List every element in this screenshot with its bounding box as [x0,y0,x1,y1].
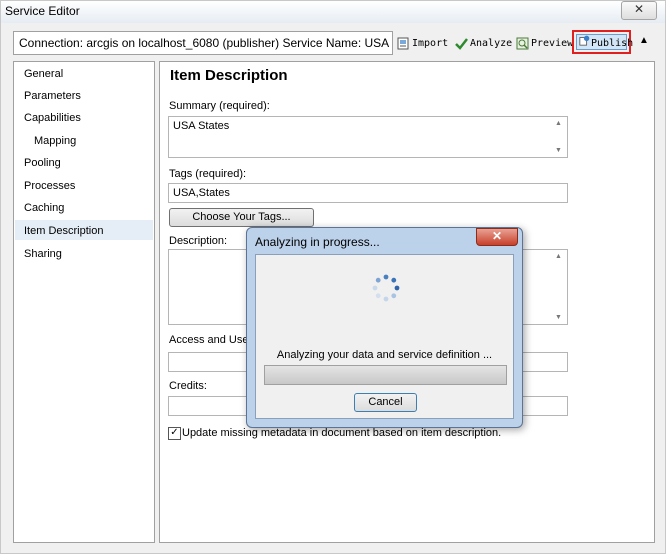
summary-value: USA States [173,120,230,132]
dialog-body: Analyzing your data and service definiti… [255,254,514,419]
analyzing-dialog: Analyzing in progress... ✕ Analyzing you… [246,227,523,428]
sidebar-item-capabilities[interactable]: Capabilities [24,112,81,124]
service-editor-window: Service Editor ✕ Connection: arcgis on l… [0,0,666,554]
sidebar-item-parameters[interactable]: Parameters [24,90,81,102]
import-label: Import [412,38,449,49]
window-title: Service Editor [5,4,80,18]
loading-spinner-icon [372,274,400,302]
dialog-title: Analyzing in progress... [255,235,380,249]
tags-input[interactable]: USA,States [168,183,568,203]
summary-scrollbar[interactable]: ▲ ▼ [553,117,567,157]
analyze-button[interactable]: Analyze [455,35,512,53]
scroll-up-icon[interactable]: ▲ [555,120,562,127]
publish-highlight: Publish [572,30,633,54]
update-metadata-checkbox[interactable]: ✓ [168,427,181,440]
description-label: Description: [169,235,228,247]
tags-value: USA,States [173,187,230,199]
preview-button[interactable]: Preview [516,35,573,53]
collapse-toolbar-button[interactable]: ▲ [637,35,651,49]
preview-icon [516,37,529,49]
sidebar-item-pooling[interactable]: Pooling [24,157,61,169]
update-metadata-label: Update missing metadata in document base… [182,427,502,439]
sidebar-item-sharing[interactable]: Sharing [24,248,62,260]
analyze-label: Analyze [470,38,513,49]
dialog-message: Analyzing your data and service definiti… [276,349,493,361]
sidebar-item-item-description[interactable]: Item Description [24,225,103,237]
analysis-progress-bar [264,365,507,385]
title-bar: Service Editor ✕ [1,1,665,23]
sidebar-item-general[interactable]: General [24,68,63,80]
cancel-button[interactable]: Cancel [354,393,417,412]
publish-label: Publish [591,38,634,49]
tags-label: Tags (required): [169,168,247,180]
sidebar-item-caching[interactable]: Caching [24,202,64,214]
connection-field: Connection: arcgis on localhost_6080 (pu… [13,31,393,55]
scroll-up-icon[interactable]: ▲ [555,253,562,260]
sidebar: General Parameters Capabilities Mapping … [13,61,155,543]
import-button[interactable]: Import [397,35,448,53]
publish-icon [579,35,590,46]
scroll-down-icon[interactable]: ▼ [555,147,562,154]
publish-button[interactable]: Publish [576,34,633,50]
checkmark-icon [455,37,468,50]
sidebar-item-processes[interactable]: Processes [24,180,75,192]
scroll-down-icon[interactable]: ▼ [555,314,562,321]
description-scrollbar[interactable]: ▲ ▼ [553,250,567,324]
sidebar-item-mapping[interactable]: Mapping [34,135,76,147]
preview-label: Preview [531,38,574,49]
credits-label: Credits: [169,380,207,392]
page-title: Item Description [170,67,288,84]
summary-textarea[interactable]: USA States ▲ ▼ [168,116,568,158]
dialog-close-button[interactable]: ✕ [476,228,518,246]
import-icon [397,37,409,49]
toolbar: Connection: arcgis on localhost_6080 (pu… [9,30,659,57]
window-close-button[interactable]: ✕ [621,1,657,20]
summary-label: Summary (required): [169,100,270,112]
choose-tags-button[interactable]: Choose Your Tags... [169,208,314,227]
